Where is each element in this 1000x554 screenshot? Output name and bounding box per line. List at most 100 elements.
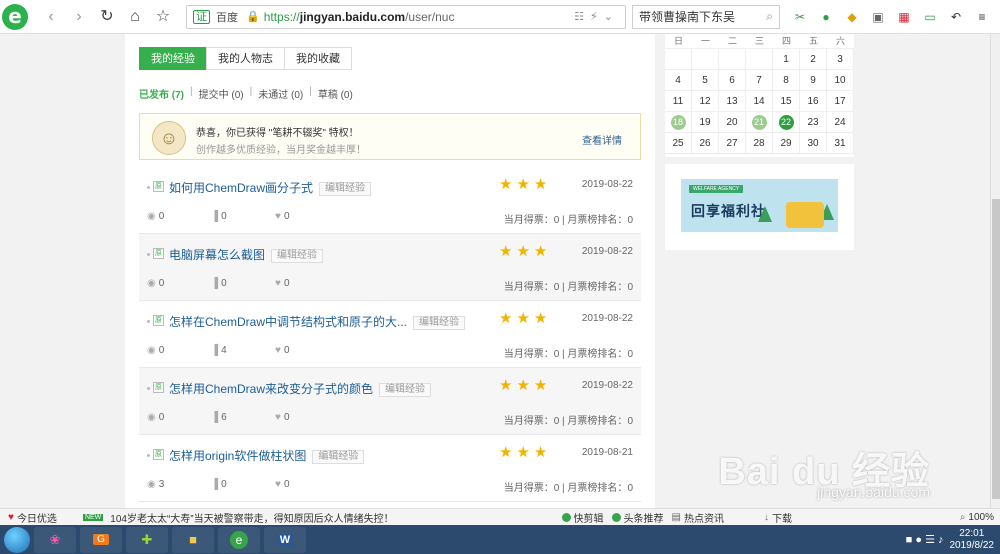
month-votes-label: 当月得票： (503, 416, 554, 427)
calendar-day[interactable]: 4 (665, 70, 692, 91)
taskbar-app-360browser[interactable]: e (218, 526, 260, 553)
article-title[interactable]: 怎样在ChemDraw中调节结构式和原子的大... (169, 315, 407, 329)
calendar-day[interactable]: 18 (665, 112, 692, 133)
tray-icons[interactable]: ■ ● ☰ ♪ (906, 533, 944, 546)
taskbar-app-word[interactable]: W (264, 526, 306, 553)
calendar-day[interactable]: 3 (827, 49, 854, 70)
article-item: 原如何用ChemDraw画分子式 编辑经验 ★ ★ ★ 2019-08-22 ◉ 0 ▐ 0 ♥ 0 当… (139, 167, 641, 234)
calendar-day[interactable]: 20 (719, 112, 746, 133)
calendar-day[interactable]: 29 (773, 133, 800, 154)
taskbar-app-pdf[interactable]: G (80, 526, 122, 553)
calendar-day[interactable]: 24 (827, 112, 854, 133)
scrollbar-thumb[interactable] (992, 199, 1000, 499)
apps-icon[interactable]: ▦ (896, 9, 912, 25)
zoom-icon: ⌕ (959, 511, 966, 523)
start-button[interactable] (4, 526, 30, 553)
daily-picks[interactable]: ♥ 今日优选 (8, 510, 57, 525)
calendar-day[interactable]: 8 (773, 70, 800, 91)
calendar-day[interactable]: 5 (692, 70, 719, 91)
calendar-day[interactable]: 9 (800, 70, 827, 91)
quick-edit[interactable]: 快剪辑 (561, 510, 604, 525)
news-ticker[interactable]: NEW 104岁老太太“大寿”当天被警察带走，得知原因后众人情绪失控！ (82, 510, 394, 525)
calendar-day[interactable]: 11 (665, 91, 692, 112)
calendar-day[interactable]: 15 (773, 91, 800, 112)
search-box[interactable]: 带领曹操南下东吴 ⌕ (632, 4, 780, 29)
star-icon: ★ (516, 377, 530, 394)
taskbar-app-browser[interactable]: ❀ (34, 526, 76, 553)
calendar-day[interactable]: 19 (692, 112, 719, 133)
article-title[interactable]: 如何用ChemDraw画分子式 (169, 181, 313, 195)
bar-chart-icon: ▐ (211, 278, 219, 289)
scissors-icon[interactable]: ✂ (792, 9, 808, 25)
download[interactable]: ↓ 下载 (764, 510, 792, 525)
translate-icon[interactable]: ● (818, 9, 834, 25)
headline-recommend[interactable]: 头条推荐 (611, 510, 664, 525)
undo-icon[interactable]: ↶ (948, 9, 964, 25)
taskbar-clock[interactable]: 22:01 2019/8/22 (950, 528, 995, 552)
hot-news[interactable]: ▤ 热点资讯 (672, 510, 724, 525)
calendar-day[interactable]: 31 (827, 133, 854, 154)
refresh-icon[interactable]: ↻ (96, 6, 118, 28)
edit-button[interactable]: 编辑经验 (413, 316, 466, 330)
taskbar-app-explorer[interactable]: ■ (172, 526, 214, 553)
battery-icon[interactable]: ▭ (922, 9, 938, 25)
calendar-day[interactable]: 13 (719, 91, 746, 112)
calendar-day[interactable]: 6 (719, 70, 746, 91)
news-headline[interactable]: 104岁老太太“大寿”当天被警察带走，得知原因后众人情绪失控！ (110, 510, 393, 525)
browser-logo-icon: e (2, 3, 28, 30)
menu-icon[interactable]: ≡ (974, 9, 990, 25)
calendar-day[interactable]: 1 (773, 49, 800, 70)
page-scrollbar[interactable] (990, 34, 1000, 508)
search-input[interactable]: 带领曹操南下东吴 (639, 8, 735, 25)
browser-logo[interactable]: e (0, 0, 34, 34)
calendar-day[interactable]: 26 (692, 133, 719, 154)
edit-button[interactable]: 编辑经验 (379, 383, 432, 397)
back-icon[interactable]: ‹ (40, 6, 62, 28)
view-details-link[interactable]: 查看详情 (582, 132, 622, 147)
tab-my-profile[interactable]: 我的人物志 (206, 47, 285, 70)
calendar-day[interactable]: 23 (800, 112, 827, 133)
zoom-level[interactable]: ⌕ 100% (960, 512, 994, 523)
shield-icon[interactable]: ◆ (844, 9, 860, 25)
calendar-day[interactable]: 16 (800, 91, 827, 112)
filter-drafts[interactable]: 草稿 (0) (318, 86, 353, 101)
calendar-day[interactable]: 27 (719, 133, 746, 154)
calendar-day[interactable]: 30 (800, 133, 827, 154)
calendar-day[interactable]: 2 (800, 49, 827, 70)
filter-published[interactable]: 已发布 (7) (139, 86, 184, 101)
month-rank-value: 0 (627, 215, 633, 226)
address-bar[interactable]: 证 百度 🔒 https:// jingyan.baidu.com /user/… (186, 4, 626, 29)
image-icon[interactable]: ▣ (870, 9, 886, 25)
filter-pending[interactable]: 提交中 (0) (199, 86, 244, 101)
calendar-day[interactable]: 7 (746, 70, 773, 91)
filter-rejected[interactable]: 未通过 (0) (258, 86, 303, 101)
taskbar-app-plus[interactable]: ✚ (126, 526, 168, 553)
edit-button[interactable]: 编辑经验 (319, 182, 372, 196)
calendar-day[interactable]: 10 (827, 70, 854, 91)
calendar-day[interactable]: 21 (746, 112, 773, 133)
forward-icon[interactable]: › (68, 6, 90, 28)
calendar-day[interactable]: 28 (746, 133, 773, 154)
address-bar-tools[interactable]: ☷⚡⌄ (574, 10, 619, 23)
tab-my-experience[interactable]: 我的经验 (139, 47, 207, 70)
article-date: 2019-08-22 (581, 313, 633, 324)
month-rank-label: | 月票榜排名： (559, 282, 628, 293)
calendar-day[interactable]: 12 (692, 91, 719, 112)
article-title[interactable]: 怎样用ChemDraw来改变分子式的颜色 (169, 382, 373, 396)
article-title[interactable]: 电脑屏幕怎么截图 (169, 248, 265, 262)
view-count: ◉ 3 (147, 479, 189, 490)
home-icon[interactable]: ⌂ (124, 6, 146, 28)
calendar-day[interactable]: 25 (665, 133, 692, 154)
headline-icon (611, 512, 621, 522)
bookmark-star-icon[interactable]: ☆ (152, 6, 174, 28)
calendar-day[interactable]: 17 (827, 91, 854, 112)
article-title[interactable]: 怎样用origin软件做柱状图 (169, 449, 306, 463)
edit-button[interactable]: 编辑经验 (312, 450, 365, 464)
search-icon[interactable]: ⌕ (766, 9, 773, 24)
calendar-day[interactable]: 14 (746, 91, 773, 112)
tab-my-favorites[interactable]: 我的收藏 (284, 47, 352, 70)
calendar-day[interactable]: 22 (773, 112, 800, 133)
edit-button[interactable]: 编辑经验 (271, 249, 324, 263)
welfare-banner[interactable]: WELFARE AGENCY 回享福利社 (681, 179, 838, 232)
like-count-value: 0 (283, 412, 290, 423)
